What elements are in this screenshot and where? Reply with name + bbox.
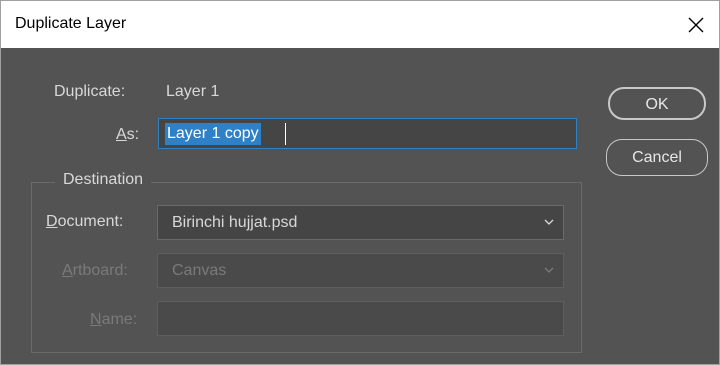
destination-legend: Destination [55,171,152,189]
duplicate-layer-dialog: Duplicate Layer Duplicate: Layer 1 As: L… [0,0,720,365]
as-name-input[interactable]: Layer 1 copy [158,118,577,149]
ok-button[interactable]: OK [608,87,706,120]
name-label: Name: [90,311,138,328]
as-label: As: [116,126,140,143]
artboard-label: Artboard: [62,262,128,279]
selected-text: Layer 1 copy [165,123,261,145]
cancel-button[interactable]: Cancel [606,139,708,176]
close-icon [688,17,704,32]
name-input[interactable] [157,301,564,336]
artboard-value: Canvas [172,262,227,279]
chevron-down-icon [544,267,554,273]
duplicate-value: Layer 1 [166,83,220,100]
duplicate-label: Duplicate: [54,83,126,100]
document-value: Birinchi hujjat.psd [172,214,298,231]
close-button[interactable] [673,1,719,48]
document-select[interactable]: Birinchi hujjat.psd [157,205,564,240]
text-caret [285,123,286,145]
chevron-down-icon [544,219,554,225]
title-bar: Duplicate Layer [1,1,719,48]
dialog-title: Duplicate Layer [15,15,127,32]
document-label: Document: [46,213,124,230]
artboard-select[interactable]: Canvas [157,253,564,288]
